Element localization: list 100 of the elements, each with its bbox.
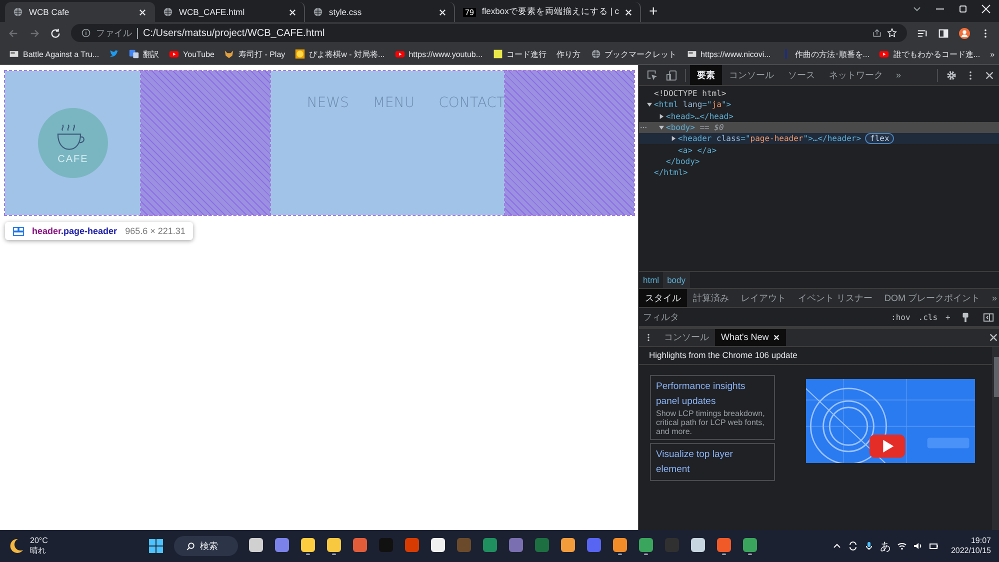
battery-icon[interactable] — [928, 541, 939, 551]
search-field[interactable]: 検索 — [174, 536, 238, 556]
restore-icon[interactable] — [958, 4, 968, 14]
avatar-icon[interactable] — [959, 28, 970, 38]
more-tabs-button[interactable]: » — [890, 70, 908, 80]
dom-node-text: <header class="page-header">…</header> — [678, 134, 862, 144]
styles-pane-tab[interactable]: 計算済み — [687, 289, 735, 307]
expand-arrow-icon[interactable] — [659, 114, 664, 119]
bookmark-icon-button[interactable] — [109, 49, 120, 59]
temperature: 20°C — [30, 536, 48, 546]
ellipsis-icon[interactable] — [640, 126, 647, 130]
bookmark[interactable]: https://www.youtub... — [394, 49, 483, 59]
dom-node-row[interactable]: <head>…</head> — [639, 110, 999, 122]
dom-node-row[interactable]: <a> </a> — [639, 144, 999, 156]
app-icon[interactable] — [612, 537, 628, 555]
clock-time[interactable]: 19:07 — [970, 536, 991, 546]
expand-arrow-icon[interactable] — [647, 102, 652, 108]
app-icon[interactable] — [560, 537, 576, 555]
drawer-tab[interactable]: コンソール — [658, 329, 715, 346]
element-size: 965.6 × 221.31 — [125, 226, 186, 236]
dom-node-text: <a> </a> — [678, 146, 717, 155]
dom-node-text: </html> — [654, 168, 688, 178]
dom-node-row[interactable]: <html lang="ja"> — [639, 99, 999, 111]
feature-link[interactable]: Visualize top layer element — [656, 447, 769, 477]
sync-icon[interactable] — [848, 541, 858, 551]
new-tab-button[interactable]: + — [649, 2, 658, 22]
dom-node-row[interactable]: <body> == $0 — [639, 122, 999, 134]
browser-tab[interactable]: WCB Cafe — [5, 2, 155, 22]
inspect-cursor-icon[interactable] — [647, 70, 658, 80]
expand-arrow-icon[interactable] — [659, 125, 664, 130]
address-bar[interactable]: ファイル C:/Users/matsu/project/WCB_CAFE.html — [71, 24, 907, 42]
feature-link[interactable]: Performance insights panel updates — [656, 379, 769, 409]
dom-node-row[interactable]: <!DOCTYPE html> — [639, 88, 999, 100]
close-icon[interactable] — [984, 70, 996, 80]
breadcrumb[interactable]: html — [639, 272, 664, 288]
expand-arrow-icon[interactable] — [671, 136, 676, 142]
bookmark[interactable]: 寿司打 - Play — [224, 48, 286, 60]
feature-card[interactable]: Performance insights panel updates Show LCP timings breakdown, critical path for LCP web fonts, and more. — [650, 375, 775, 440]
app-icon[interactable] — [690, 537, 706, 555]
devtools-tab[interactable]: 要素 — [690, 65, 722, 85]
side-panel-icon[interactable] — [938, 28, 949, 38]
bookmark[interactable]: YouTube — [169, 49, 214, 59]
bookmark[interactable]: Battle Against a Tru... — [9, 49, 100, 59]
toolbar-button[interactable]: + — [944, 312, 952, 322]
breadcrumb[interactable]: body — [663, 272, 690, 288]
bookmark[interactable]: コード進行 — [492, 48, 547, 60]
media-list-icon[interactable] — [917, 28, 928, 38]
close-icon[interactable] — [988, 332, 999, 343]
folder-icon — [492, 49, 503, 59]
wifi-icon[interactable] — [896, 541, 907, 551]
feature-card[interactable]: Visualize top layer element — [650, 443, 775, 481]
app-icon[interactable] — [430, 537, 446, 555]
bookmark[interactable]: 作曲の方法･順番を... — [780, 48, 870, 60]
paint-brush-icon[interactable] — [960, 312, 972, 322]
sidebar-toggle-icon[interactable] — [983, 312, 994, 322]
drawer-tab[interactable]: What's New — [715, 329, 786, 346]
bookmark[interactable]: 翻訳 — [129, 48, 160, 60]
feature-description: Show LCP timings breakdown, critical path for LCP web fonts, and more. — [656, 409, 766, 436]
bookmark[interactable]: ぴよ将棋w - 対局将... — [295, 48, 385, 60]
play-icon — [169, 49, 180, 59]
styles-pane-tab[interactable]: スタイル — [639, 289, 687, 307]
app-icon[interactable] — [300, 537, 316, 555]
reload-icon[interactable] — [50, 28, 61, 38]
devtools-tab[interactable]: ソース — [781, 65, 822, 85]
dom-node-row[interactable]: </body> — [639, 156, 999, 168]
microphone-icon[interactable] — [864, 541, 874, 551]
toolbar-button[interactable]: .cls — [916, 312, 940, 322]
more-bookmarks-button[interactable]: » — [990, 50, 995, 58]
flex-layout-icon — [13, 226, 24, 236]
devtools-tab[interactable]: コンソール — [722, 65, 781, 85]
globe-icon — [163, 7, 173, 17]
flex-badge[interactable]: flex — [865, 133, 894, 144]
windows-logo-icon[interactable] — [148, 537, 164, 555]
dom-node-row[interactable]: <header class="page-header">…</header> flex — [639, 133, 999, 144]
toolbar-button[interactable]: :hov — [889, 312, 912, 322]
bookmark[interactable]: ブックマークレット — [590, 48, 677, 60]
devtools-tab[interactable]: ネットワーク — [822, 65, 890, 85]
favicon-badge: 79 — [463, 8, 476, 16]
dom-node-row[interactable]: </html> — [639, 167, 999, 178]
clock-date[interactable]: 2022/10/15 — [950, 546, 991, 556]
speaker-icon[interactable] — [912, 541, 923, 551]
bookmark[interactable]: 作り方 — [556, 48, 581, 60]
tab-title: style.css — [329, 7, 363, 17]
tab-title: WCB_CAFE.html — [179, 7, 246, 17]
device-toolbar-icon[interactable] — [666, 70, 677, 80]
page-icon — [686, 49, 697, 59]
more-tabs-button[interactable]: » — [986, 293, 999, 303]
bookmark[interactable]: https://www.nicovi... — [686, 49, 771, 59]
styles-pane-tab[interactable]: レイアウト — [735, 289, 792, 307]
app-icon[interactable] — [326, 537, 342, 555]
dom-node-text: </body> — [666, 156, 700, 166]
styles-pane-tab[interactable]: DOM ブレークポイント — [878, 289, 986, 307]
star-icon[interactable] — [887, 28, 897, 38]
styles-pane-tab[interactable]: イベント リスナー — [792, 289, 879, 307]
input-method-indicator[interactable]: あ — [880, 538, 891, 554]
globe-icon — [313, 7, 323, 17]
bookmark[interactable]: 誰でもわかるコード進... — [879, 48, 980, 60]
app-icon[interactable] — [248, 537, 264, 555]
settings-icon[interactable] — [946, 70, 958, 80]
share-icon[interactable] — [872, 28, 882, 38]
